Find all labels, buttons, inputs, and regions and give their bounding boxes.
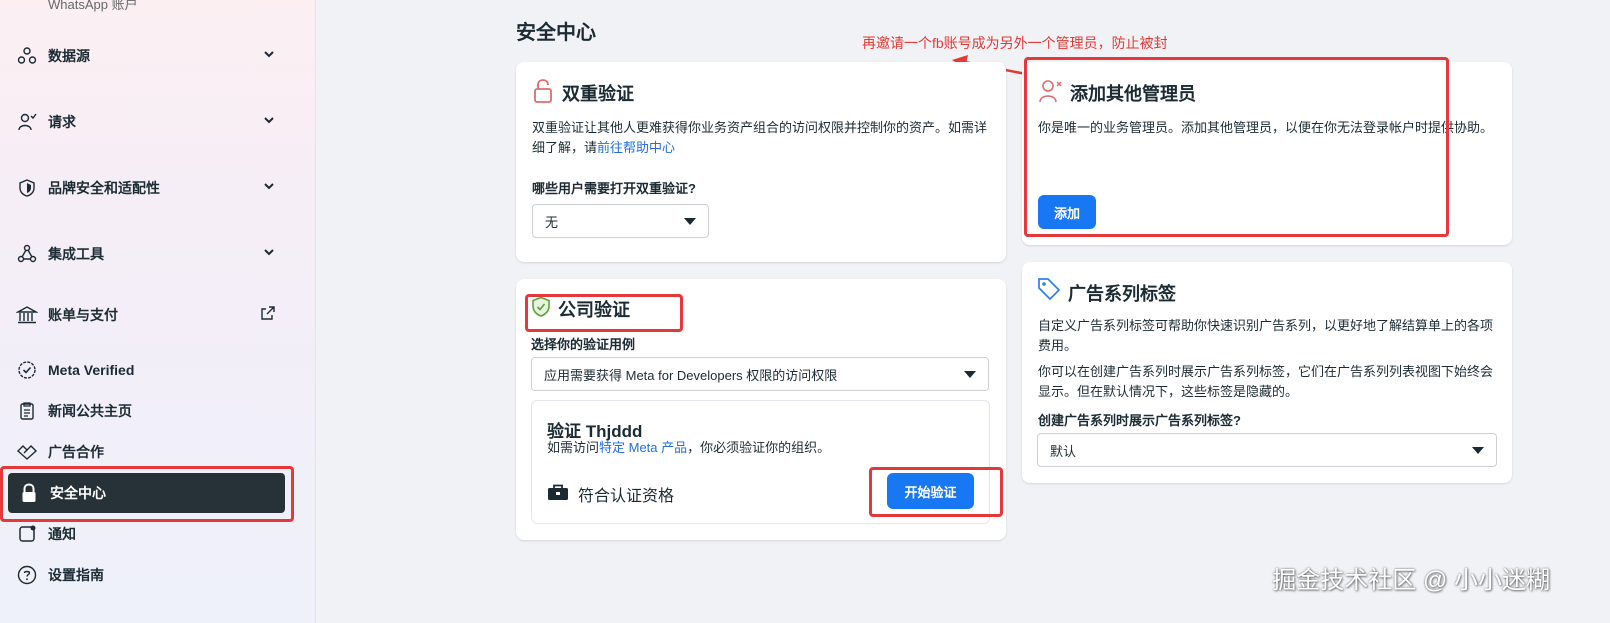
sidebar-item-label: 通知 (48, 526, 76, 542)
sidebar-item-security-center[interactable]: 安全中心 (8, 473, 285, 513)
add-admin-button[interactable]: 添加 (1038, 195, 1096, 229)
chevron-down-icon (262, 245, 276, 262)
sidebar-item-label: 新闻公共主页 (48, 403, 132, 419)
sidebar-item-label: 安全中心 (50, 485, 106, 501)
help-center-link[interactable]: 前往帮助中心 (597, 140, 675, 155)
card-title: 添加其他管理员 (1070, 84, 1196, 104)
sidebar-item-news-pages[interactable]: 新闻公共主页 (16, 396, 286, 426)
shield-check-icon (531, 296, 551, 323)
unlock-icon (532, 78, 554, 109)
briefcase-icon (547, 483, 569, 506)
company-verification-card: 公司验证 选择你的验证用例 应用需要获得 Meta for Developers… (516, 279, 1006, 540)
sidebar-item-label: 设置指南 (48, 567, 104, 583)
data-sources-icon (16, 45, 38, 67)
two-factor-card: 双重验证 双重验证让其他人更难获得你业务资产组合的访问权限并控制你的资产。如需详… (516, 62, 1006, 262)
sidebar-item-notifications[interactable]: 通知 (16, 519, 286, 549)
sidebar-item-data-sources[interactable]: 数据源 (16, 41, 286, 71)
shield-icon (16, 177, 38, 199)
external-link-icon (260, 305, 276, 324)
caret-down-icon (684, 218, 696, 225)
sidebar-item-label: Meta Verified (48, 362, 135, 378)
specific-meta-products-link[interactable]: 特定 Meta 产品 (599, 440, 687, 455)
verify-description: 如需访问特定 Meta 产品，你必须验证你的组织。 (547, 440, 831, 455)
clipboard-icon (16, 400, 38, 422)
page-title: 安全中心 (516, 22, 596, 44)
card-description: 双重验证让其他人更难获得你业务资产组合的访问权限并控制你的资产。如需详细了解，请… (532, 120, 988, 155)
use-case-select[interactable]: 应用需要获得 Meta for Developers 权限的访问权限 (531, 357, 989, 391)
card-title: 双重验证 (562, 84, 634, 104)
sidebar-item-label: 广告合作 (48, 444, 104, 460)
bank-icon (16, 304, 38, 326)
verify-panel: 验证 Thjddd 如需访问特定 Meta 产品，你必须验证你的组织。 符合认证… (531, 400, 990, 524)
chevron-down-icon (262, 47, 276, 64)
caret-down-icon (1472, 447, 1484, 454)
person-requests-icon (16, 111, 38, 133)
eligibility-text: 符合认证资格 (578, 488, 675, 505)
verified-badge-icon (16, 359, 38, 381)
help-circle-icon (16, 564, 38, 586)
integrations-icon (16, 243, 38, 265)
watermark-text: 掘金技术社区 @ 小小迷糊 (1272, 567, 1550, 594)
annotation-text: 再邀请一个fb账号成为另外一个管理员，防止被封 (862, 35, 1168, 51)
two-factor-select[interactable]: 无 (532, 204, 709, 238)
sidebar-item-whatsapp-account[interactable]: WhatsApp 账户 (48, 0, 138, 13)
sidebar-item-label: 集成工具 (48, 246, 104, 262)
add-person-icon (1038, 78, 1064, 109)
card-description: 你是唯一的业务管理员。添加其他管理员，以便在你无法登录帐户时提供协助。 (1038, 120, 1494, 135)
caret-down-icon (964, 371, 976, 378)
ad-campaign-tags-card: 广告系列标签 自定义广告系列标签可帮助你快速识别广告系列，以更好地了解结算单上的… (1022, 262, 1512, 483)
notification-icon (16, 523, 38, 545)
sidebar-item-billing[interactable]: 账单与支付 (16, 300, 286, 330)
chevron-down-icon (262, 113, 276, 130)
sidebar-item-requests[interactable]: 请求 (16, 107, 286, 137)
chevron-down-icon (262, 179, 276, 196)
sidebar-item-label: 账单与支付 (48, 307, 118, 323)
question-label: 创建广告系列时展示广告系列标签? (1038, 413, 1241, 428)
lock-icon (18, 482, 40, 504)
sidebar-item-ad-partnerships[interactable]: 广告合作 (16, 437, 286, 467)
card-description: 自定义广告系列标签可帮助你快速识别广告系列，以更好地了解结算单上的各项费用。 (1038, 318, 1494, 353)
sidebar-item-label: 品牌安全和适配性 (48, 180, 160, 196)
sidebar-item-setup-guide[interactable]: 设置指南 (16, 560, 286, 590)
sidebar-item-brand-safety[interactable]: 品牌安全和适配性 (16, 173, 286, 203)
add-admins-card: 添加其他管理员 你是唯一的业务管理员。添加其他管理员，以便在你无法登录帐户时提供… (1022, 62, 1512, 245)
sidebar-item-meta-verified[interactable]: Meta Verified (16, 355, 286, 385)
ad-tags-select[interactable]: 默认 (1037, 433, 1497, 467)
card-title: 公司验证 (558, 300, 630, 320)
use-case-label: 选择你的验证用例 (531, 337, 636, 352)
sidebar: WhatsApp 账户 数据源 请求 品牌安全和适配性 集成工具 账单与支付 M… (0, 0, 316, 623)
card-title: 广告系列标签 (1068, 284, 1176, 304)
card-description-secondary: 你可以在创建广告系列时展示广告系列标签，它们在广告系列列表视图下始终会显示。但在… (1038, 364, 1494, 399)
sidebar-item-label: 数据源 (48, 48, 90, 64)
start-verification-button[interactable]: 开始验证 (887, 473, 974, 509)
tag-icon (1036, 276, 1062, 307)
sidebar-item-label: 请求 (48, 114, 76, 130)
sidebar-item-integrations[interactable]: 集成工具 (16, 239, 286, 269)
question-label: 哪些用户需要打开双重验证? (532, 181, 696, 196)
handshake-icon (16, 441, 38, 463)
